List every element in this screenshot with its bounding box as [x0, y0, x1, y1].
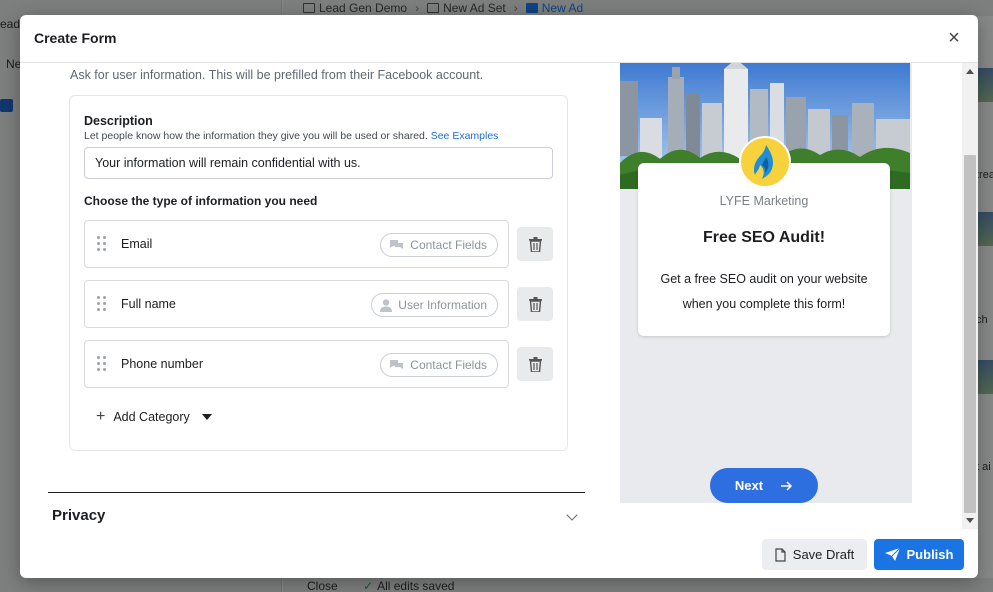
preview-headline: Free SEO Audit! [702, 229, 826, 246]
trash-icon [528, 356, 542, 372]
close-icon: × [948, 27, 960, 49]
modal-title: Create Form [34, 30, 117, 46]
question-label: Phone number [121, 357, 204, 371]
caret-down-icon [201, 414, 212, 420]
chat-bubbles-icon [390, 240, 404, 249]
description-input[interactable] [84, 147, 553, 179]
modal-footer: Save Draft Publish [20, 529, 978, 578]
description-help: Let people know how the information they… [84, 130, 499, 142]
add-category-button[interactable]: + Add Category [96, 408, 212, 425]
drag-handle-icon[interactable] [97, 236, 107, 252]
scroll-down-arrow-icon[interactable] [966, 518, 974, 523]
preview-next-button[interactable]: Next [710, 468, 818, 503]
preview-body: Get a free SEO audit on your website whe… [660, 272, 868, 311]
category-pill: Contact Fields [380, 353, 498, 377]
chat-bubbles-icon [390, 360, 404, 369]
close-button[interactable]: × [944, 27, 964, 49]
question-label: Email [121, 237, 153, 251]
preview-card: LYFE Marketing Free SEO Audit! Get a fre… [638, 136, 890, 336]
question-row-phone-number[interactable]: Phone number Contact Fields [84, 340, 509, 388]
scroll-up-arrow-icon[interactable] [966, 69, 974, 74]
arrow-right-icon [781, 480, 793, 491]
drag-handle-icon[interactable] [97, 356, 107, 372]
modal-header: Create Form × [20, 15, 978, 63]
send-icon [884, 548, 900, 561]
add-category-label: Add Category [113, 410, 190, 424]
choose-info-label: Choose the type of information you need [84, 194, 318, 208]
description-label: Description [84, 114, 153, 128]
trash-icon [528, 296, 542, 312]
category-pill: Contact Fields [380, 233, 498, 257]
delete-question-button[interactable] [517, 227, 553, 261]
flame-icon [753, 145, 774, 179]
document-icon [775, 547, 786, 562]
category-pill: User Information [371, 293, 498, 317]
save-draft-button[interactable]: Save Draft [762, 539, 867, 570]
publish-button[interactable]: Publish [874, 539, 964, 570]
question-row-email[interactable]: Email Contact Fields [84, 220, 509, 268]
scrollbar[interactable] [962, 63, 978, 529]
privacy-section-header[interactable]: Privacy [52, 507, 105, 524]
question-label: Full name [121, 297, 176, 311]
person-icon [380, 298, 393, 312]
create-form-modal: Create Form × Ask for user information. … [20, 15, 978, 578]
plus-icon: + [96, 408, 106, 425]
scrollbar-thumb[interactable] [964, 155, 976, 513]
trash-icon [528, 236, 542, 252]
drag-handle-icon[interactable] [97, 296, 107, 312]
delete-question-button[interactable] [517, 347, 553, 381]
section-divider [48, 492, 585, 493]
see-examples-link[interactable]: See Examples [431, 130, 499, 142]
question-row-full-name[interactable]: Full name User Information [84, 280, 509, 328]
section-intro: Ask for user information. This will be p… [70, 68, 484, 82]
chevron-down-icon[interactable] [566, 509, 578, 521]
modal-content: Ask for user information. This will be p… [20, 63, 962, 529]
questions-card: Description Let people know how the info… [69, 95, 568, 451]
form-preview: LYFE Marketing Free SEO Audit! Get a fre… [620, 63, 912, 503]
brand-name: LYFE Marketing [719, 194, 809, 208]
brand-logo [739, 136, 791, 188]
delete-question-button[interactable] [517, 287, 553, 321]
